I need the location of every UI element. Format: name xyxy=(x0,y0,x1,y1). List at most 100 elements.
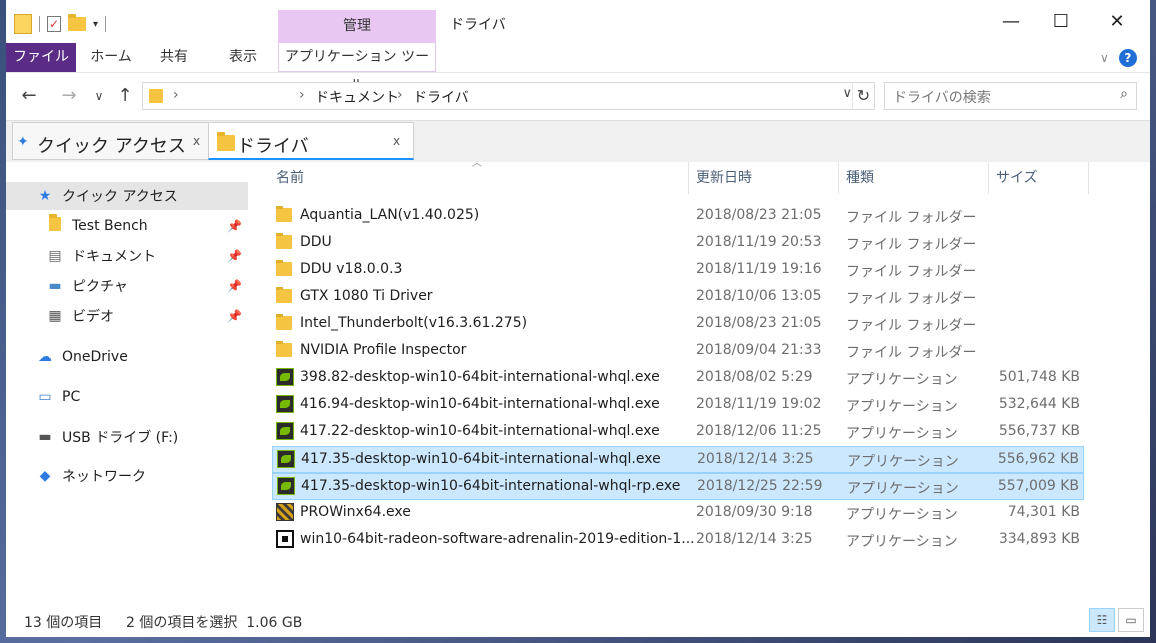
sidebar-item-documents[interactable]: ▤ ドキュメント 📌 xyxy=(6,242,248,270)
file-type: アプリケーション xyxy=(846,399,958,415)
sidebar-item-pc[interactable]: ▭ PC xyxy=(6,383,248,411)
sidebar-item-label: ビデオ xyxy=(72,309,114,325)
sidebar-item-videos[interactable]: ▦ ビデオ 📌 xyxy=(6,302,248,330)
file-name: NVIDIA Profile Inspector xyxy=(300,342,467,358)
column-name[interactable]: 名前 xyxy=(276,162,304,194)
address-dropdown-icon[interactable]: ∨ xyxy=(842,86,852,101)
tab-quick-access[interactable]: ✦ クイック アクセス x xyxy=(12,122,210,160)
file-type: アプリケーション xyxy=(847,454,959,470)
pin-icon: ✦ xyxy=(17,134,29,150)
file-date: 2018/09/04 21:33 xyxy=(696,342,822,358)
file-row[interactable]: NVIDIA Profile Inspector 2018/09/04 21:33… xyxy=(272,338,1084,365)
details-view-button[interactable]: ☷ xyxy=(1089,608,1115,632)
file-row[interactable]: GTX 1080 Ti Driver 2018/10/06 13:05 ファイル フ… xyxy=(272,284,1084,311)
cloud-icon: ☁ xyxy=(38,349,52,365)
folder-icon xyxy=(217,132,235,151)
file-row[interactable]: 398.82-desktop-win10-64bit-international… xyxy=(272,365,1084,392)
tab-application-tools[interactable]: アプリケーション ツール xyxy=(278,43,436,94)
breadcrumb-chevron[interactable]: › xyxy=(397,87,403,103)
sidebar-item-test-bench[interactable]: Test Bench 📌 xyxy=(6,212,248,240)
sidebar-item-onedrive[interactable]: ☁ OneDrive xyxy=(6,343,248,371)
nvidia-icon xyxy=(276,368,294,386)
file-size: 556,737 KB xyxy=(998,423,1080,439)
recent-locations-button[interactable]: ∨ xyxy=(88,84,110,108)
expand-ribbon-icon[interactable]: ∨ xyxy=(1100,51,1109,65)
pinned-icon: 📌 xyxy=(227,249,242,263)
file-date: 2018/08/02 5:29 xyxy=(696,369,813,385)
file-name: 398.82-desktop-win10-64bit-international… xyxy=(300,369,660,385)
file-row[interactable]: PROWinx64.exe 2018/09/30 9:18 アプリケーション 74,3… xyxy=(272,500,1084,527)
file-name: 416.94-desktop-win10-64bit-international… xyxy=(300,396,660,412)
file-row[interactable]: Aquantia_LAN(v1.40.025) 2018/08/23 21:05 フ… xyxy=(272,203,1084,230)
tab-view[interactable]: 表示 xyxy=(216,43,270,72)
up-button[interactable]: ↑ xyxy=(114,84,136,108)
close-tab-icon[interactable]: x xyxy=(193,134,200,148)
folder-icon xyxy=(276,287,294,305)
search-box[interactable]: ドライバの検索 ⌕ xyxy=(884,82,1137,110)
file-row[interactable]: Intel_Thunderbolt(v16.3.61.275) 2018/08/2… xyxy=(272,311,1084,338)
file-type: アプリケーション xyxy=(846,426,958,442)
ribbon-controls: ∨ ? xyxy=(1100,48,1137,68)
sidebar-item-usb[interactable]: ▬ USB ドライブ (F:) xyxy=(6,423,248,451)
file-date: 2018/10/06 13:05 xyxy=(696,288,822,304)
file-type: アプリケーション xyxy=(846,534,958,550)
explorer-window: ✓ ▾ 管理 ドライバ — ☐ ✕ ファイル ホーム 共有 表示 アプリケーショ… xyxy=(6,0,1150,637)
file-name: DDU v18.0.0.3 xyxy=(300,261,403,277)
maximize-button[interactable]: ☐ xyxy=(1036,0,1086,44)
column-date[interactable]: 更新日時 xyxy=(696,162,752,194)
file-date: 2018/12/25 22:59 xyxy=(697,478,823,494)
column-size[interactable]: サイズ xyxy=(996,162,1038,194)
file-date: 2018/09/30 9:18 xyxy=(696,504,813,520)
tab-drivers[interactable]: ドライバ x xyxy=(208,122,414,160)
folder-icon xyxy=(14,14,32,34)
file-row[interactable]: DDU v18.0.0.3 2018/11/19 19:16 ファイル フォルダー xyxy=(272,257,1084,284)
folder-icon xyxy=(276,314,294,332)
pinned-icon: 📌 xyxy=(227,279,242,293)
address-bar[interactable]: › › ドキュメント › ドライバ ∨ ↻ xyxy=(142,82,875,110)
file-row[interactable]: 417.22-desktop-win10-64bit-international… xyxy=(272,419,1084,446)
file-row[interactable]: DDU 2018/11/19 20:53 ファイル フォルダー xyxy=(272,230,1084,257)
sidebar-item-network[interactable]: ◆ ネットワーク xyxy=(6,462,248,490)
file-date: 2018/11/19 19:16 xyxy=(696,261,822,277)
close-button[interactable]: ✕ xyxy=(1092,0,1142,44)
column-divider[interactable] xyxy=(688,162,689,194)
close-tab-icon[interactable]: x xyxy=(393,134,400,148)
refresh-button[interactable]: ↻ xyxy=(852,83,874,109)
minimize-button[interactable]: — xyxy=(986,0,1036,44)
search-input[interactable]: ドライバの検索 xyxy=(893,87,991,107)
manage-label[interactable]: 管理 xyxy=(278,10,436,43)
file-row[interactable]: 417.35-desktop-win10-64bit-international… xyxy=(272,446,1084,473)
installer-icon xyxy=(276,503,294,521)
breadcrumb-chevron[interactable]: › xyxy=(299,87,305,103)
tab-home[interactable]: ホーム xyxy=(84,43,138,72)
file-size: 556,962 KB xyxy=(997,451,1079,467)
customize-qat-button[interactable]: ▾ xyxy=(93,19,98,30)
breadcrumb-drivers[interactable]: ドライバ xyxy=(413,87,469,107)
file-size: 501,748 KB xyxy=(998,369,1080,385)
column-divider[interactable] xyxy=(838,162,839,194)
large-icons-view-button[interactable]: ▭ xyxy=(1118,608,1144,632)
title-bar xyxy=(6,0,1150,44)
search-icon[interactable]: ⌕ xyxy=(1120,86,1128,102)
column-divider[interactable] xyxy=(1088,162,1089,194)
forward-button[interactable]: → xyxy=(58,84,80,108)
help-icon[interactable]: ? xyxy=(1118,49,1137,67)
sidebar-item-label: ネットワーク xyxy=(62,469,146,485)
tab-share[interactable]: 共有 xyxy=(152,43,196,72)
column-divider[interactable] xyxy=(988,162,989,194)
root-chevron[interactable]: › xyxy=(173,87,179,103)
file-row[interactable]: 416.94-desktop-win10-64bit-international… xyxy=(272,392,1084,419)
selection-info: 2 個の項目を選択 1.06 GB xyxy=(126,615,303,631)
file-row[interactable]: win10-64bit-radeon-software-adrenalin-20… xyxy=(272,527,1084,554)
sidebar-item-pictures[interactable]: ▬ ピクチャ 📌 xyxy=(6,272,248,300)
new-folder-icon[interactable] xyxy=(68,14,86,31)
tab-file[interactable]: ファイル xyxy=(6,43,76,72)
sidebar-item-quick-access[interactable]: ★ クイック アクセス xyxy=(6,182,248,210)
column-type[interactable]: 種類 xyxy=(846,162,874,194)
properties-icon[interactable]: ✓ xyxy=(47,16,61,32)
breadcrumb-documents[interactable]: ドキュメント xyxy=(315,87,399,107)
file-row[interactable]: 417.35-desktop-win10-64bit-international… xyxy=(272,473,1084,500)
back-button[interactable]: ← xyxy=(18,84,40,108)
file-name: win10-64bit-radeon-software-adrenalin-20… xyxy=(300,531,695,547)
file-date: 2018/11/19 19:02 xyxy=(696,396,822,412)
